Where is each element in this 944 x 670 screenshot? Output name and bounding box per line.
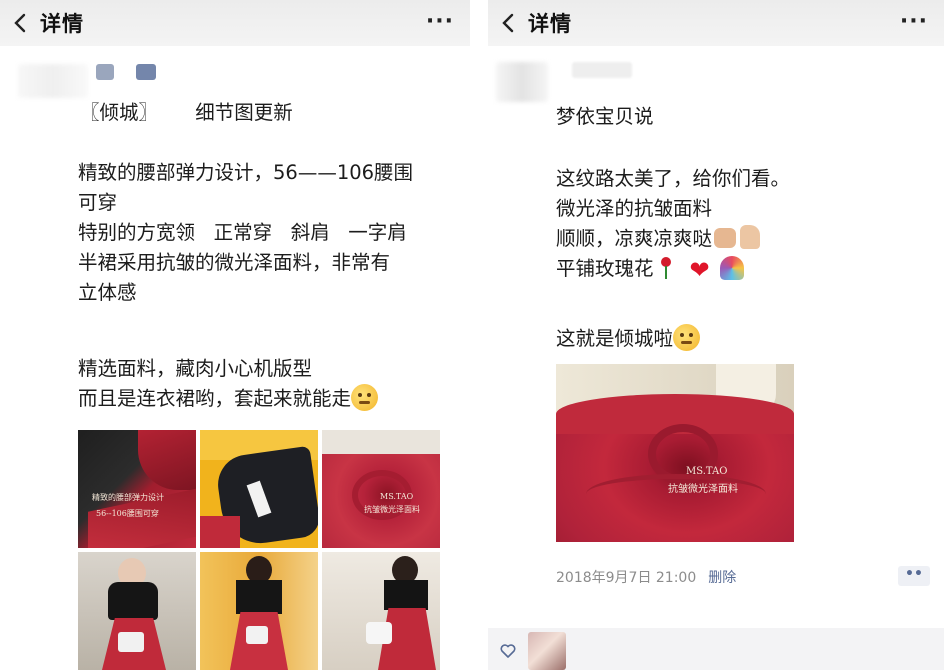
- photo-thumbnail[interactable]: [322, 552, 440, 670]
- photo-thumbnail[interactable]: 精致的腰部弹力设计 56--106腰围可穿: [78, 430, 196, 548]
- fist-emoji-icon: [714, 228, 737, 248]
- post-line: 可穿: [78, 191, 118, 214]
- more-menu-button[interactable]: ···: [426, 9, 454, 34]
- post-line: 半裙采用抗皱的微光泽面料，非常有: [78, 251, 391, 274]
- post-line: 微光泽的抗皱面料: [556, 197, 713, 220]
- page-title: 详情: [40, 12, 84, 36]
- post-line: 精致的腰部弹力设计，56——106腰围: [78, 161, 414, 184]
- post-line-text: 平铺玫瑰花: [556, 257, 654, 280]
- page-title: 详情: [528, 12, 572, 36]
- post-line: 顺顺，凉爽凉爽哒: [556, 224, 790, 254]
- likes-bar: [488, 628, 944, 670]
- moments-detail-left: 详情 ··· 〖倾城〗 细节图更新 精致的腰部弹力设计，56——106腰围 可穿特…: [0, 0, 470, 670]
- chevron-left-icon: [502, 13, 514, 33]
- post-line: 而且是连衣裙哟，套起来就能走: [78, 384, 379, 414]
- avatar[interactable]: [496, 62, 548, 102]
- heart-outline-icon: [500, 644, 516, 658]
- photo-watermark: 抗皱微光泽面料: [364, 505, 420, 514]
- rose-emoji-icon: [660, 257, 672, 279]
- post-meta: 2018年9月7日 21:00 删除: [556, 567, 736, 587]
- post-timestamp: 2018年9月7日 21:00: [556, 570, 697, 586]
- photo-watermark: 56--106腰围可穿: [96, 509, 159, 518]
- nav-bar: 详情 ···: [0, 0, 470, 46]
- moments-detail-right: 详情 ··· 梦依宝贝说 这纹路太美了，给你们看。 微光泽的抗皱面料 顺顺，凉爽凉爽…: [488, 0, 944, 670]
- thumbs-up-emoji-icon: [740, 225, 761, 249]
- author-name-blur[interactable]: [96, 64, 114, 80]
- confetti-emoji-icon: [719, 256, 744, 280]
- panel-divider: [470, 0, 488, 670]
- nav-bar: 详情 ···: [488, 0, 944, 46]
- post-line-text: 这就是倾城啦: [556, 327, 674, 350]
- post-line: 特别的方宽领 正常穿 斜肩 一字肩: [78, 221, 407, 244]
- back-button[interactable]: [488, 0, 528, 46]
- post-line: 这纹路太美了，给你们看。: [556, 167, 791, 190]
- photo-watermark: MS.TAO: [686, 466, 728, 477]
- photo-thumbnail[interactable]: MS.TAO 抗皱微光泽面料: [322, 430, 440, 548]
- photo-thumbnail[interactable]: [78, 552, 196, 670]
- avatar[interactable]: [18, 64, 88, 98]
- more-menu-button[interactable]: ···: [900, 9, 928, 34]
- thinking-face-emoji-icon: [351, 384, 379, 411]
- author-name-blur[interactable]: [572, 62, 632, 78]
- post-line-text: 顺顺，凉爽凉爽哒: [556, 227, 713, 250]
- photo-watermark: 抗皱微光泽面料: [668, 484, 738, 495]
- post-line-final: 这就是倾城啦: [556, 324, 701, 354]
- author-name-blur-2: [136, 64, 156, 80]
- post-line: 精选面料，藏肉小心机版型: [78, 357, 313, 380]
- comment-like-button[interactable]: ••: [898, 566, 930, 586]
- post-line-text: 而且是连衣裙哟，套起来就能走: [78, 387, 352, 410]
- post-photo[interactable]: MS.TAO 抗皱微光泽面料: [556, 364, 794, 542]
- photo-watermark: 精致的腰部弹力设计: [92, 493, 164, 502]
- back-button[interactable]: [0, 0, 40, 46]
- post-heading: 〖倾城〗 细节图更新: [80, 98, 293, 128]
- liker-avatar[interactable]: [528, 632, 566, 670]
- post-line: 立体感: [78, 281, 137, 304]
- delete-link[interactable]: 删除: [708, 567, 736, 587]
- thinking-face-emoji-icon: [673, 324, 701, 351]
- post-heading-tag: 〖倾城〗: [80, 101, 159, 124]
- photo-thumbnail[interactable]: [200, 552, 318, 670]
- chevron-left-icon: [14, 13, 26, 33]
- photo-thumbnail[interactable]: [200, 430, 318, 548]
- post-body: 这纹路太美了，给你们看。 微光泽的抗皱面料 顺顺，凉爽凉爽哒 平铺玫瑰花 ❤: [556, 164, 790, 285]
- post-author-line: 梦依宝贝说: [556, 105, 654, 128]
- photo-watermark: MS.TAO: [380, 492, 414, 501]
- heart-emoji-icon: ❤: [689, 256, 710, 284]
- post-body-2: 精选面料，藏肉小心机版型而且是连衣裙哟，套起来就能走: [78, 354, 379, 414]
- post-line: 平铺玫瑰花 ❤: [556, 254, 790, 285]
- post-heading-text: 细节图更新: [195, 101, 293, 124]
- post-body: 精致的腰部弹力设计，56——106腰围 可穿特别的方宽领 正常穿 斜肩 一字肩 半裙…: [78, 158, 413, 308]
